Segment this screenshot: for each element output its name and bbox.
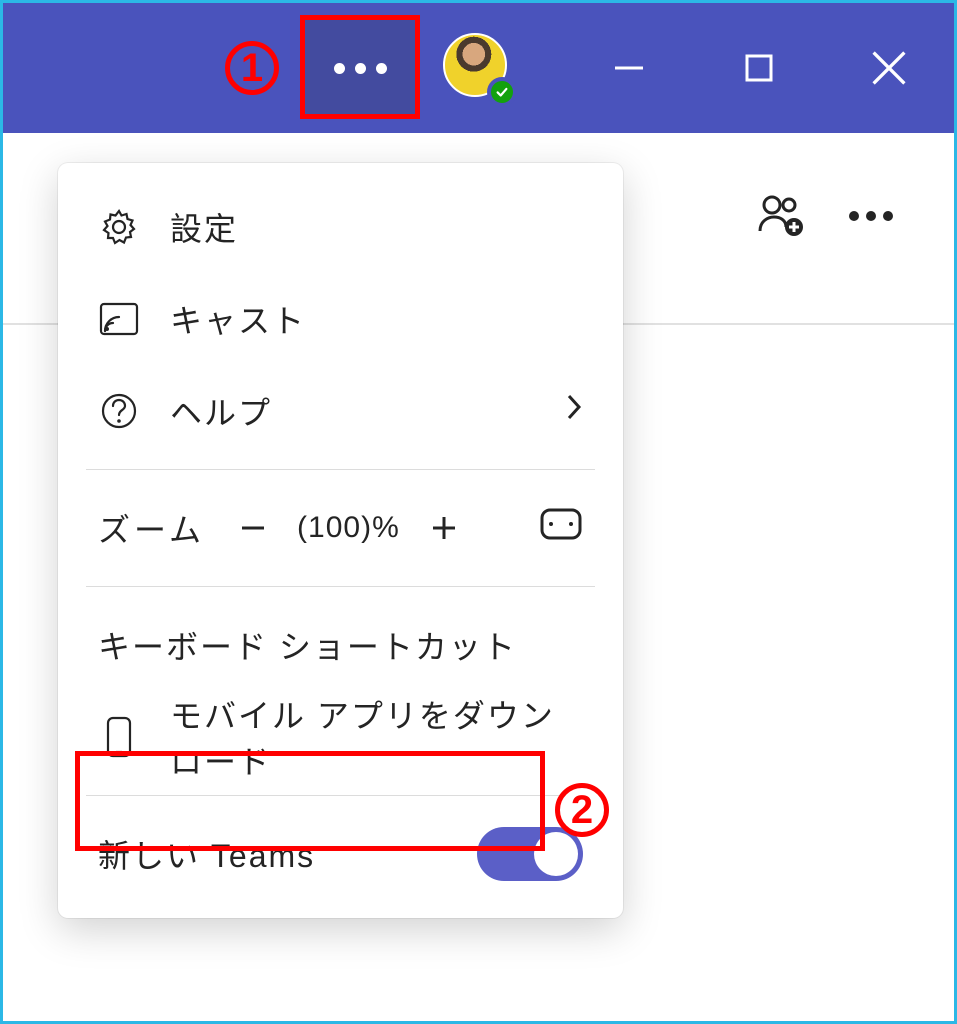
settings-menu: 設定 キャスト ヘルプ	[58, 163, 623, 918]
new-teams-toggle[interactable]	[477, 827, 583, 881]
menu-item-settings[interactable]: 設定	[58, 181, 623, 273]
menu-label: キーボード ショートカット	[98, 622, 583, 668]
menu-label: キャスト	[170, 296, 583, 342]
titlebar	[3, 3, 954, 133]
presence-badge-available	[487, 77, 517, 107]
toggle-knob	[534, 832, 578, 876]
zoom-out-button[interactable]	[231, 513, 275, 543]
ellipsis-icon	[334, 63, 387, 74]
fullscreen-button[interactable]	[539, 507, 583, 549]
profile-button[interactable]	[443, 33, 515, 105]
zoom-label: ズーム	[98, 505, 205, 551]
menu-item-keyboard-shortcuts[interactable]: キーボード ショートカット	[58, 599, 623, 691]
minimize-button[interactable]	[564, 3, 694, 133]
menu-item-cast[interactable]: キャスト	[58, 273, 623, 365]
menu-item-download-mobile[interactable]: モバイル アプリをダウンロード	[58, 691, 623, 783]
menu-divider	[86, 795, 595, 796]
gear-icon	[98, 207, 140, 247]
menu-label: ヘルプ	[170, 388, 535, 434]
window-controls	[564, 3, 954, 133]
menu-label: モバイル アプリをダウンロード	[170, 691, 583, 783]
menu-item-zoom: ズーム (100)%	[58, 482, 623, 574]
menu-label: 新しい Teams	[98, 831, 477, 877]
menu-divider	[86, 586, 595, 587]
menu-item-help[interactable]: ヘルプ	[58, 365, 623, 457]
add-people-button[interactable]	[756, 193, 808, 242]
help-icon	[98, 391, 140, 431]
menu-item-new-teams: 新しい Teams	[58, 808, 623, 900]
close-button[interactable]	[824, 3, 954, 133]
chevron-right-icon	[565, 392, 583, 430]
more-button[interactable]	[848, 209, 894, 227]
menu-label: 設定	[170, 204, 583, 250]
maximize-button[interactable]	[694, 3, 824, 133]
mobile-icon	[98, 715, 140, 759]
menu-divider	[86, 469, 595, 470]
more-options-button[interactable]	[305, 20, 415, 116]
zoom-in-button[interactable]	[422, 513, 466, 543]
zoom-value: (100)%	[297, 511, 400, 545]
cast-icon	[98, 301, 140, 337]
content-area: 設定 キャスト ヘルプ	[3, 133, 954, 1021]
